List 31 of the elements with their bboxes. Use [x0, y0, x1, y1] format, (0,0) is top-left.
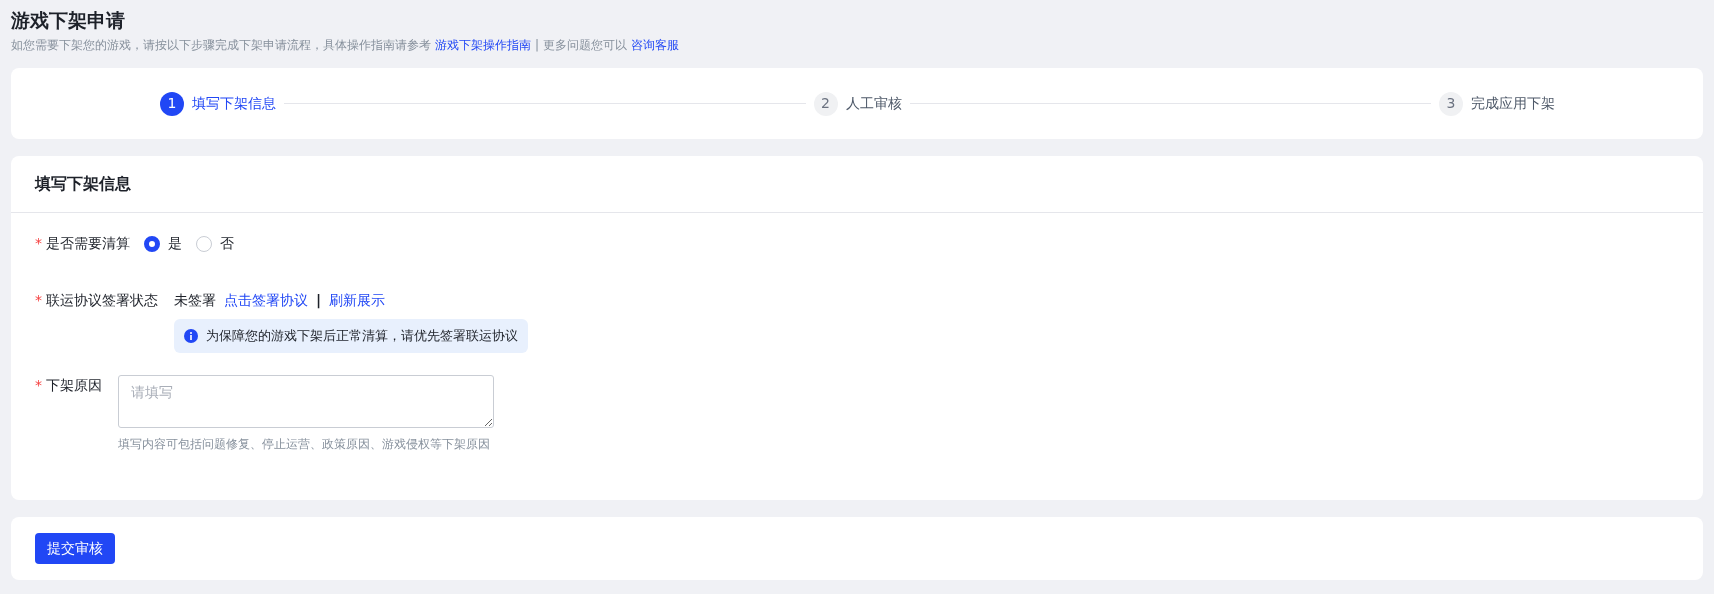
- field-label: 联运协议签署状态: [46, 291, 158, 310]
- service-link[interactable]: 咨询客服: [631, 36, 680, 54]
- option-label: 是: [168, 234, 182, 253]
- submit-button[interactable]: 提交审核: [35, 533, 115, 564]
- field-label: 下架原因: [46, 375, 102, 395]
- required-mark: *: [35, 234, 42, 253]
- hint-text: 填写内容可包括问题修复、停止运营、政策原因、游戏侵权等下架原因: [118, 435, 491, 453]
- field-label: 是否需要清算: [46, 234, 130, 253]
- refresh-link[interactable]: 刷新展示: [329, 290, 386, 311]
- step-number: 1: [160, 91, 184, 116]
- intro-text: 如您需要下架您的游戏，请按以下步骤完成下架申请流程，具体操作指南请参考: [11, 37, 431, 54]
- separator: |: [535, 37, 540, 54]
- step-number: 3: [1439, 91, 1463, 116]
- status-text: 未签署: [174, 291, 216, 310]
- step-label: 完成应用下架: [1471, 94, 1555, 113]
- required-mark: *: [35, 375, 42, 395]
- guide-link[interactable]: 游戏下架操作指南: [435, 36, 531, 54]
- step-label: 填写下架信息: [192, 94, 276, 113]
- reason-field[interactable]: 请填写: [118, 374, 494, 428]
- more-text: 更多问题您可以: [543, 37, 628, 54]
- option-label: 否: [220, 234, 234, 253]
- notice-text: 为保障您的游戏下架后正常清算，请优先签署联运协议: [206, 327, 518, 345]
- info-icon: [184, 328, 198, 343]
- section-title: 填写下架信息: [11, 156, 1703, 213]
- radio-button[interactable]: [144, 235, 160, 252]
- page-title: 游戏下架申请: [11, 8, 126, 33]
- step-label: 人工审核: [845, 94, 902, 113]
- step-number: 2: [813, 91, 838, 116]
- separator: |: [316, 291, 322, 311]
- sign-link[interactable]: 点击签署协议: [224, 290, 308, 311]
- required-mark: *: [35, 291, 42, 310]
